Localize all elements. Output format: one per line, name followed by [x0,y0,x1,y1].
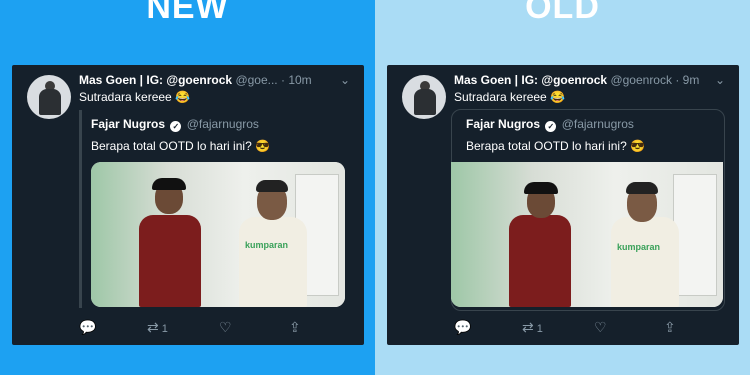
retweet-icon: ⇄ [147,319,159,335]
retweet-button[interactable]: ⇄ 1 [522,319,543,336]
tweet-header: Mas Goen | IG: @goenrock @goe... · 10m [79,73,348,87]
reply-icon[interactable]: 💬 [454,319,471,336]
retweet-icon: ⇄ [522,319,534,335]
chevron-down-icon[interactable]: ⌄ [340,73,350,87]
share-icon[interactable]: ⇪ [664,319,676,336]
quoted-author-handle: @fajarnugros [561,117,634,131]
person-right [239,217,307,307]
tweet-header: Mas Goen | IG: @goenrock @goenrock · 9m [454,73,723,87]
panel-heading: OLD [525,0,600,26]
share-icon[interactable]: ⇪ [289,319,301,336]
comparison-image: NEW Mas Goen | IG: @goenrock @goe... · 1… [0,0,750,375]
quoted-media[interactable]: kumparan [91,162,345,307]
tweet-card[interactable]: Mas Goen | IG: @goenrock @goe... · 10m ⌄… [12,65,364,345]
tweet-actions: 💬 ⇄ 1 ♡ ⇪ [79,319,344,337]
chevron-down-icon[interactable]: ⌄ [715,73,725,87]
person-right [611,217,679,307]
shirt-logo: kumparan [617,242,661,252]
quoted-author-handle: @fajarnugros [186,117,259,131]
person-left-cap [524,182,558,194]
tweet-actions: 💬 ⇄ 1 ♡ ⇪ [454,319,719,337]
media-door [673,174,717,296]
old-panel: OLD Mas Goen | IG: @goenrock @goenrock ·… [375,0,750,375]
quote-rail [79,110,82,308]
quoted-text: Berapa total OOTD lo hari ini? 😎 [91,139,271,153]
person-left [139,215,201,307]
tweet-text: Sutradara kereee 😂 [454,90,565,104]
like-icon[interactable]: ♡ [594,319,607,336]
author-handle: @goe... [235,73,278,87]
quoted-author-name: Fajar Nugros [91,117,166,131]
retweet-button[interactable]: ⇄ 1 [147,319,168,336]
shirt-logo: kumparan [245,240,289,250]
person-left [509,215,571,307]
author-handle: @goenrock [610,73,672,87]
quoted-header[interactable]: Fajar Nugros ✓ @fajarnugros [466,117,634,132]
retweet-count: 1 [536,323,543,335]
author-name[interactable]: Mas Goen | IG: @goenrock [454,73,607,87]
quoted-text: Berapa total OOTD lo hari ini? 😎 [466,139,646,153]
avatar[interactable] [402,75,446,119]
reply-icon[interactable]: 💬 [79,319,96,336]
person-left-cap [152,178,186,190]
tweet-card[interactable]: Mas Goen | IG: @goenrock @goenrock · 9m … [387,65,739,345]
person-right-hair [256,180,288,192]
quoted-media[interactable]: kumparan [451,162,723,307]
tweet-text: Sutradara kereee 😂 [79,90,190,104]
like-icon[interactable]: ♡ [219,319,232,336]
tweet-time[interactable]: · 9m [675,73,699,87]
new-panel: NEW Mas Goen | IG: @goenrock @goe... · 1… [0,0,375,375]
verified-badge-icon: ✓ [170,121,182,132]
quoted-author-name: Fajar Nugros [466,117,541,131]
retweet-count: 1 [161,323,168,335]
tweet-time[interactable]: · 10m [281,73,312,87]
avatar[interactable] [27,75,71,119]
author-name[interactable]: Mas Goen | IG: @goenrock [79,73,232,87]
verified-badge-icon: ✓ [545,121,557,132]
panel-heading: NEW [146,0,229,26]
person-right-hair [626,182,658,194]
quoted-header[interactable]: Fajar Nugros ✓ @fajarnugros [91,117,259,132]
